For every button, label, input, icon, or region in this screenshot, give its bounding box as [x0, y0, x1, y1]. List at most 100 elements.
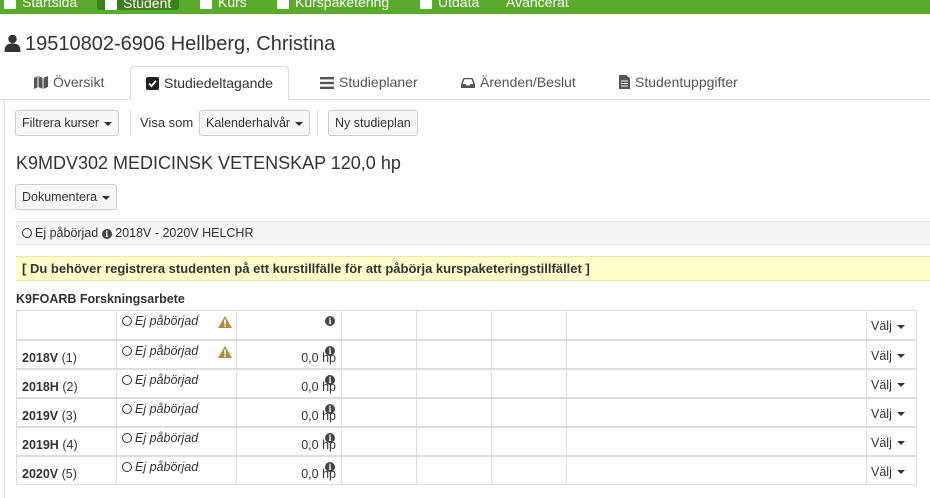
course-table: Ej påbörjad i Välj 2018V (1) Ej påbörjad…	[16, 310, 917, 485]
student-title: 19510802-6906 Hellberg, Christina	[4, 33, 335, 56]
semester-cell: 2019V (3)	[16, 396, 117, 427]
table-cell	[341, 425, 417, 456]
status-circle-icon	[122, 461, 132, 472]
program-period: 2018V - 2020V HELCHR	[115, 226, 254, 240]
table-cell	[341, 454, 417, 485]
info-icon[interactable]: i	[325, 432, 335, 443]
check-square-icon	[146, 77, 159, 90]
status-cell: Ej påbörjad	[116, 425, 237, 456]
table-cell	[341, 310, 417, 340]
status-circle-icon	[122, 316, 132, 326]
filter-courses-button[interactable]: Filtrera kurser	[15, 110, 120, 136]
table-cell	[341, 367, 417, 398]
file-icon	[619, 75, 630, 89]
table-cell	[491, 367, 567, 398]
nav-student[interactable]: Student	[97, 0, 180, 11]
inbox-icon	[461, 78, 475, 88]
warning-icon[interactable]	[218, 345, 232, 358]
tab-studentuppgifter[interactable]: Studentuppgifter	[604, 66, 753, 100]
status-circle-icon	[22, 228, 32, 238]
table-cell	[566, 310, 867, 340]
book-icon	[200, 0, 212, 10]
list-icon	[320, 77, 334, 89]
program-status-bar: Ej påbörjad i 2018V - 2020V HELCHR	[16, 221, 930, 245]
hp-cell: i 0,0 hp	[236, 396, 342, 427]
table-cell	[491, 310, 567, 340]
show-as-select[interactable]: Kalenderhalvår	[199, 110, 311, 136]
select-action-dropdown[interactable]: Välj	[866, 454, 917, 485]
select-action-dropdown[interactable]: Välj	[866, 425, 917, 456]
table-row: 2019H (4) Ej påbörjad i 0,0 hp Välj	[16, 425, 917, 456]
caret-down-icon	[896, 470, 905, 475]
registration-alert: [ Du behöver registrera studenten på ett…	[16, 256, 930, 281]
tab-oversikt[interactable]: Översikt	[19, 66, 119, 100]
table-cell	[566, 454, 867, 485]
document-button[interactable]: Dokumentera	[15, 184, 118, 210]
select-action-dropdown[interactable]: Välj	[866, 396, 917, 427]
info-icon[interactable]: i	[101, 229, 112, 239]
nav-avancerat[interactable]: Avancerat	[506, 0, 569, 10]
status-circle-icon	[122, 345, 132, 356]
warning-icon[interactable]	[218, 316, 232, 328]
table-cell	[16, 310, 117, 340]
table-cell	[341, 396, 417, 427]
hp-cell: i 0,0 hp	[236, 338, 342, 369]
nav-kurspaketering[interactable]: Kurspaketering	[277, 0, 389, 10]
status-circle-icon	[122, 432, 132, 443]
select-action-dropdown[interactable]: Välj	[866, 338, 917, 369]
table-cell	[416, 396, 492, 427]
info-icon[interactable]: i	[325, 345, 335, 356]
course-heading: K9FOARB Forskningsarbete	[16, 292, 185, 306]
table-row: 2018V (1) Ej påbörjad i 0,0 hp Välj	[16, 338, 917, 369]
hp-cell: i 0,0 hp	[236, 425, 342, 456]
package-icon	[277, 0, 289, 10]
status-cell: Ej påbörjad	[116, 454, 237, 485]
table-cell	[566, 396, 867, 427]
show-as-label: Visa som	[140, 115, 194, 130]
user-card-icon	[105, 0, 117, 11]
table-row: 2019V (3) Ej påbörjad i 0,0 hp Välj	[16, 396, 917, 427]
caret-down-icon	[896, 412, 905, 417]
caret-down-icon	[104, 121, 113, 126]
caret-down-icon	[896, 383, 905, 388]
table-cell	[416, 454, 492, 485]
tab-studieplaner[interactable]: Studieplaner	[305, 66, 433, 100]
select-action-dropdown[interactable]: Välj	[866, 310, 917, 340]
nav-kurs[interactable]: Kurs	[200, 0, 247, 10]
table-cell	[416, 310, 492, 340]
table-cell	[491, 338, 567, 369]
semester-cell: 2020V (5)	[16, 454, 117, 485]
table-cell	[416, 367, 492, 398]
info-cell: i	[236, 310, 342, 340]
tab-studiedeltagande[interactable]: Studiedeltagande	[130, 66, 289, 101]
table-cell	[491, 454, 567, 485]
semester-cell: 2018V (1)	[16, 338, 117, 369]
nav-startsida[interactable]: Startsida	[4, 0, 77, 10]
program-status: Ej påbörjad	[35, 226, 99, 240]
hp-cell: i 0,0 hp	[236, 454, 342, 485]
table-cell	[566, 367, 867, 398]
info-icon[interactable]: i	[325, 316, 335, 326]
table-cell	[341, 338, 417, 369]
table-header-row: Ej påbörjad i Välj	[16, 310, 917, 340]
tab-bar: Översikt Studiedeltagande Studieplaner Ä…	[0, 66, 930, 101]
top-navigation: Startsida Student Kurs Kurspaketering Ut…	[0, 0, 930, 14]
table-row: 2018H (2) Ej påbörjad i 0,0 hp Välj	[16, 367, 917, 398]
home-icon	[4, 0, 16, 10]
semester-cell: 2018H (2)	[16, 367, 117, 398]
select-action-dropdown[interactable]: Välj	[866, 367, 917, 398]
info-icon[interactable]: i	[325, 374, 335, 385]
hp-cell: i 0,0 hp	[236, 367, 342, 398]
table-row: 2020V (5) Ej påbörjad i 0,0 hp Välj	[16, 454, 917, 485]
info-icon[interactable]: i	[325, 461, 335, 472]
info-icon[interactable]: i	[325, 403, 335, 414]
tab-arenden-beslut[interactable]: Ärenden/Beslut	[446, 66, 591, 100]
table-cell	[416, 425, 492, 456]
new-study-plan-button[interactable]: Ny studieplan	[328, 110, 418, 136]
nav-utdata[interactable]: Utdata	[420, 0, 479, 10]
file-icon	[420, 0, 432, 10]
semester-cell: 2019H (4)	[16, 425, 117, 456]
status-circle-icon	[122, 374, 132, 385]
toolbar-divider	[130, 110, 131, 136]
user-icon	[4, 34, 21, 52]
